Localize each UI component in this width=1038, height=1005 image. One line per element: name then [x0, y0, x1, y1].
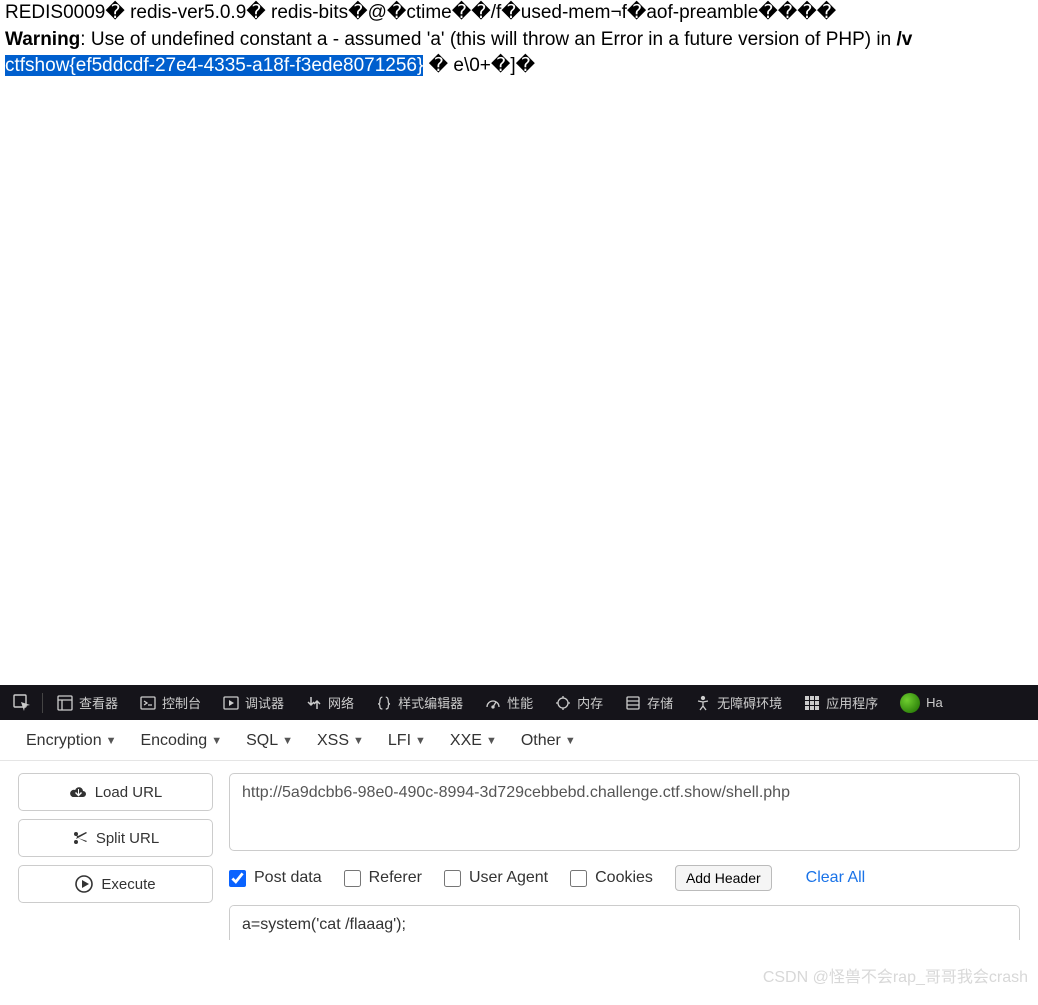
tab-style-editor[interactable]: 样式编辑器	[368, 685, 471, 720]
warning-label: Warning	[5, 29, 80, 50]
tab-storage[interactable]: 存储	[617, 685, 681, 720]
tab-console[interactable]: 控制台	[132, 685, 209, 720]
hackbar-sidebar: Load URL Split URL Execute	[18, 773, 213, 940]
chevron-down-icon: ▼	[486, 735, 497, 747]
post-data-checkbox[interactable]: Post data	[229, 869, 322, 887]
menu-lfi[interactable]: LFI▼	[388, 732, 426, 750]
chevron-down-icon: ▼	[415, 735, 426, 747]
menu-encoding[interactable]: Encoding▼	[140, 732, 222, 750]
devtools-tab-bar: 查看器 控制台 调试器 网络 样式编辑器 性能 内存 存储 无障碍环境 应用程序…	[0, 685, 1038, 720]
chevron-down-icon: ▼	[282, 735, 293, 747]
chevron-down-icon: ▼	[353, 735, 364, 747]
trailing-text: � e\0+�]�	[423, 55, 535, 76]
redis-line: REDIS0009� redis-ver5.0.9� redis-bits�@�…	[5, 2, 836, 23]
hackbar-panel: Encryption▼ Encoding▼ SQL▼ XSS▼ LFI▼ XXE…	[0, 720, 1038, 1005]
inspector-toggle-icon[interactable]	[8, 685, 36, 720]
menu-sql[interactable]: SQL▼	[246, 732, 293, 750]
tab-performance[interactable]: 性能	[477, 685, 541, 720]
hackbar-icon	[900, 693, 920, 713]
tab-network[interactable]: 网络	[298, 685, 362, 720]
flag-text: ctfshow{ef5ddcdf-27e4-4335-a18f-f3ede807…	[5, 55, 423, 76]
play-circle-icon	[75, 875, 93, 893]
tab-accessibility[interactable]: 无障碍环境	[687, 685, 790, 720]
cookies-checkbox[interactable]: Cookies	[570, 869, 653, 887]
tab-inspector[interactable]: 查看器	[49, 685, 126, 720]
menu-other[interactable]: Other▼	[521, 732, 576, 750]
execute-button[interactable]: Execute	[18, 865, 213, 903]
warning-text: : Use of undefined constant a - assumed …	[80, 29, 896, 50]
referer-checkbox[interactable]: Referer	[344, 869, 422, 887]
page-output: REDIS0009� redis-ver5.0.9� redis-bits�@�…	[0, 0, 1038, 80]
warning-path: /v	[896, 29, 912, 50]
chevron-down-icon: ▼	[211, 735, 222, 747]
clear-all-link[interactable]: Clear All	[806, 869, 866, 887]
tab-application[interactable]: 应用程序	[796, 685, 886, 720]
menu-xss[interactable]: XSS▼	[317, 732, 364, 750]
post-data-input[interactable]	[229, 905, 1020, 940]
tab-hackbar[interactable]: Ha	[892, 685, 943, 720]
cloud-download-icon	[69, 784, 87, 800]
chevron-down-icon: ▼	[106, 735, 117, 747]
chevron-down-icon: ▼	[565, 735, 576, 747]
useragent-checkbox[interactable]: User Agent	[444, 869, 548, 887]
add-header-button[interactable]: Add Header	[675, 865, 772, 891]
url-input[interactable]	[229, 773, 1020, 851]
tab-debugger[interactable]: 调试器	[215, 685, 292, 720]
scissors-icon	[72, 830, 88, 846]
divider	[42, 693, 43, 713]
split-url-button[interactable]: Split URL	[18, 819, 213, 857]
tab-memory[interactable]: 内存	[547, 685, 611, 720]
menu-xxe[interactable]: XXE▼	[450, 732, 497, 750]
hackbar-menu: Encryption▼ Encoding▼ SQL▼ XSS▼ LFI▼ XXE…	[0, 720, 1038, 761]
load-url-button[interactable]: Load URL	[18, 773, 213, 811]
menu-encryption[interactable]: Encryption▼	[26, 732, 116, 750]
